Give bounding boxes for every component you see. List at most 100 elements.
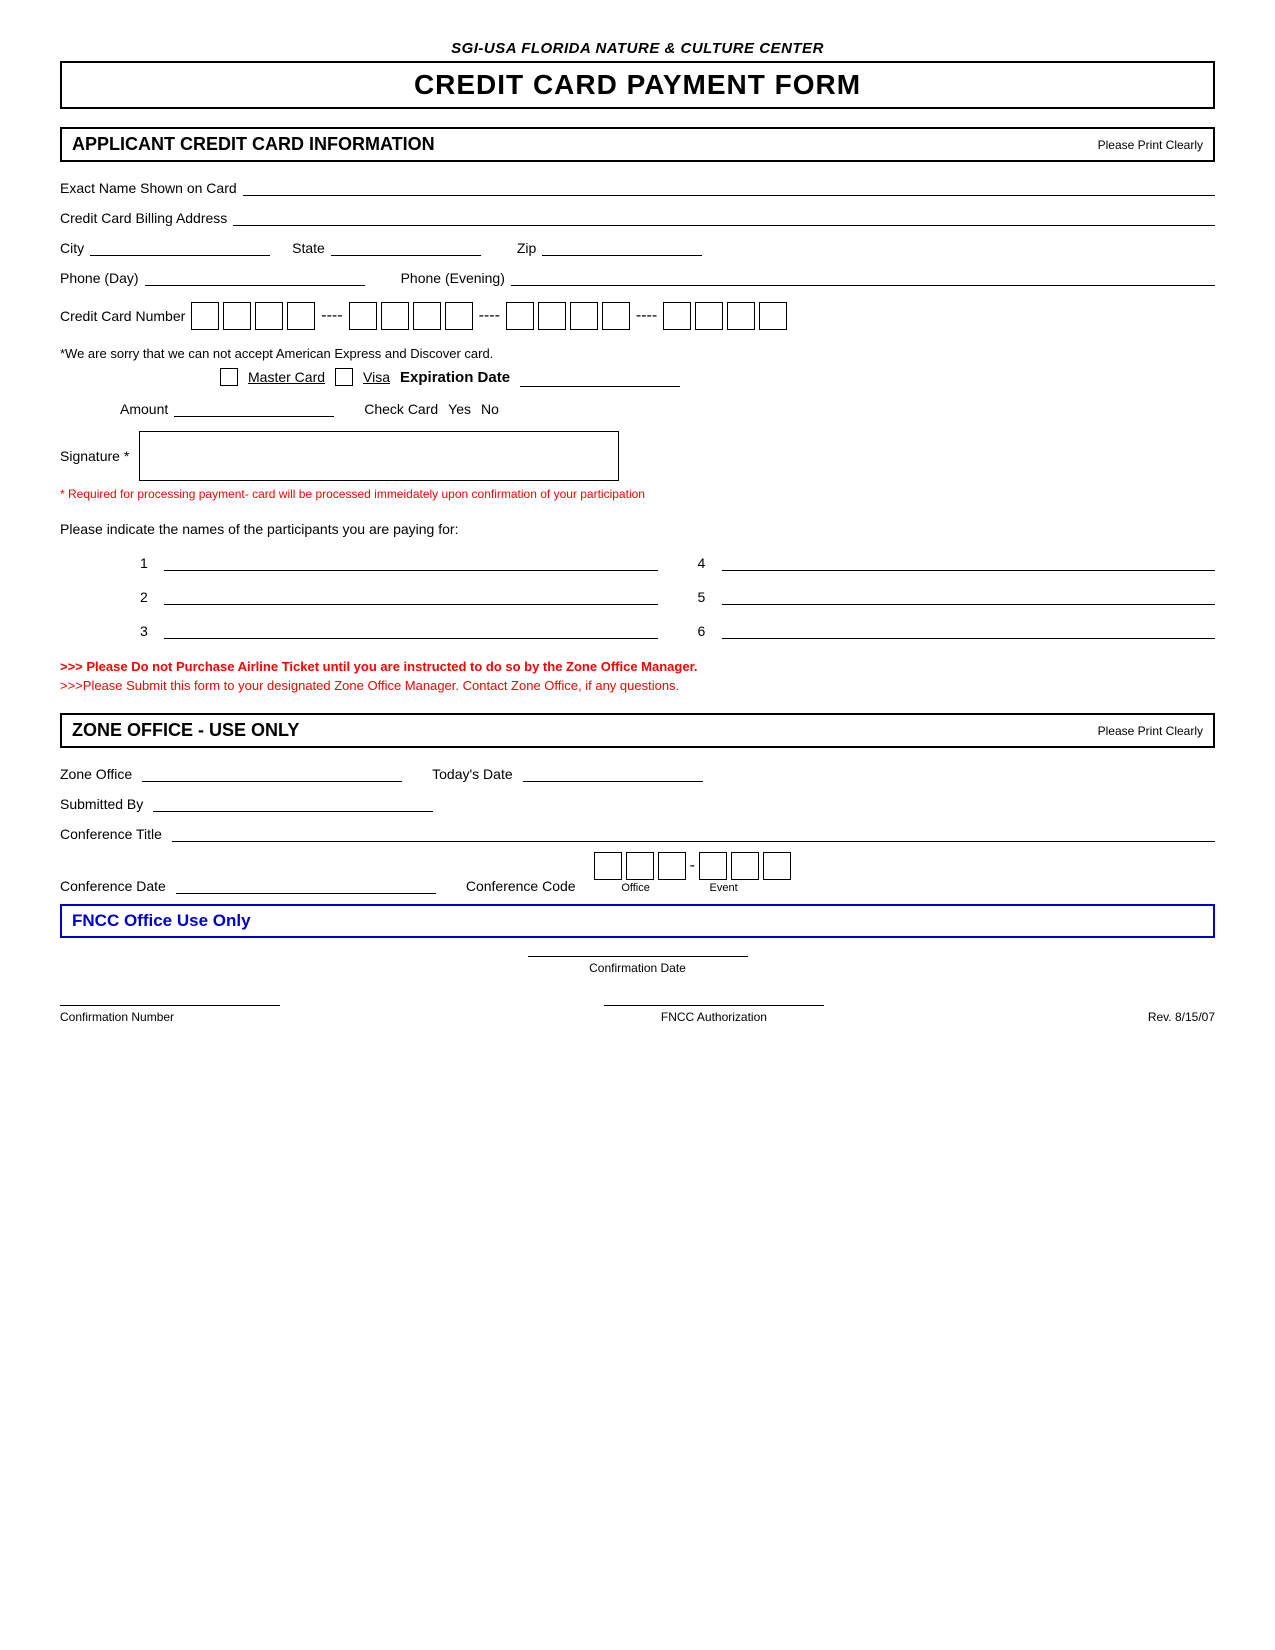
zone-fields: Zone Office Today's Date Submitted By Co… bbox=[60, 762, 1215, 894]
city-label: City bbox=[60, 240, 84, 256]
fncc-title: FNCC Office Use Only bbox=[72, 911, 251, 930]
participant-num-2: 2 bbox=[140, 589, 156, 605]
amount-label: Amount bbox=[120, 401, 168, 417]
rev-label: Rev. 8/15/07 bbox=[1148, 1008, 1215, 1024]
check-card-section: Check Card Yes No bbox=[364, 401, 499, 417]
participant-row-4: 4 bbox=[698, 551, 1216, 571]
state-input[interactable] bbox=[331, 236, 481, 256]
section2-title: ZONE OFFICE - USE ONLY bbox=[72, 720, 299, 741]
todays-date-label: Today's Date bbox=[432, 766, 513, 782]
yes-label: Yes bbox=[448, 401, 471, 417]
participant-input-4[interactable] bbox=[722, 551, 1216, 571]
event-label: Event bbox=[682, 882, 766, 894]
cc-box-15[interactable] bbox=[727, 302, 755, 330]
participant-num-4: 4 bbox=[698, 555, 714, 571]
footer-row: Confirmation Number FNCC Authorization R… bbox=[60, 1005, 1215, 1024]
participant-input-2[interactable] bbox=[164, 585, 658, 605]
participant-input-1[interactable] bbox=[164, 551, 658, 571]
no-label: No bbox=[481, 401, 499, 417]
conference-date-label: Conference Date bbox=[60, 878, 166, 894]
billing-address-label: Credit Card Billing Address bbox=[60, 210, 227, 226]
cc-box-12[interactable] bbox=[602, 302, 630, 330]
conf-box-5[interactable] bbox=[731, 852, 759, 880]
zone-office-input[interactable] bbox=[142, 762, 402, 782]
office-label: Office bbox=[594, 882, 678, 894]
submitted-by-input[interactable] bbox=[153, 792, 433, 812]
cc-box-1[interactable] bbox=[191, 302, 219, 330]
cc-box-13[interactable] bbox=[663, 302, 691, 330]
confirmation-number-line[interactable] bbox=[60, 1005, 280, 1006]
signature-box[interactable] bbox=[139, 431, 619, 481]
expiration-label: Expiration Date bbox=[400, 369, 510, 386]
submitted-by-row: Submitted By bbox=[60, 792, 1215, 812]
cc-box-2[interactable] bbox=[223, 302, 251, 330]
participant-input-6[interactable] bbox=[722, 619, 1216, 639]
state-label: State bbox=[292, 240, 325, 256]
participants-label: Please indicate the names of the partici… bbox=[60, 521, 1215, 537]
participant-row-1: 1 bbox=[140, 551, 658, 571]
conf-box-4[interactable] bbox=[699, 852, 727, 880]
city-input[interactable] bbox=[90, 236, 270, 256]
zip-label: Zip bbox=[517, 240, 536, 256]
cc-box-8[interactable] bbox=[445, 302, 473, 330]
required-note: * Required for processing payment- card … bbox=[60, 487, 1215, 501]
section1-print-clearly: Please Print Clearly bbox=[1098, 138, 1203, 152]
cc-box-3[interactable] bbox=[255, 302, 283, 330]
exact-name-input[interactable] bbox=[243, 176, 1215, 196]
conf-label-row: Office Event bbox=[594, 882, 791, 894]
conference-date-input[interactable] bbox=[176, 874, 436, 894]
participant-input-5[interactable] bbox=[722, 585, 1216, 605]
billing-address-input[interactable] bbox=[233, 206, 1215, 226]
conference-date-row: Conference Date Conference Code - Office… bbox=[60, 852, 1215, 894]
conf-box-2[interactable] bbox=[626, 852, 654, 880]
participant-input-3[interactable] bbox=[164, 619, 658, 639]
conference-title-label: Conference Title bbox=[60, 826, 162, 842]
cc-box-7[interactable] bbox=[413, 302, 441, 330]
city-state-zip-row: City State Zip bbox=[60, 236, 1215, 256]
conference-title-input[interactable] bbox=[172, 822, 1215, 842]
conf-box-1[interactable] bbox=[594, 852, 622, 880]
conference-code-wrapper: - Office Event bbox=[594, 852, 791, 894]
amount-row: Amount Check Card Yes No bbox=[60, 397, 1215, 417]
todays-date-input[interactable] bbox=[523, 762, 703, 782]
cc-box-11[interactable] bbox=[570, 302, 598, 330]
airline-note: >>> Please Do not Purchase Airline Ticke… bbox=[60, 659, 1215, 674]
cc-box-10[interactable] bbox=[538, 302, 566, 330]
phone-evening-input[interactable] bbox=[511, 266, 1215, 286]
amount-input[interactable] bbox=[174, 397, 334, 417]
zip-input[interactable] bbox=[542, 236, 702, 256]
visa-checkbox[interactable] bbox=[335, 368, 353, 386]
cc-number-row: Credit Card Number ---- ---- ---- bbox=[60, 296, 1215, 336]
signature-label: Signature * bbox=[60, 448, 129, 464]
form-title: CREDIT CARD PAYMENT FORM bbox=[60, 61, 1215, 109]
exact-name-row: Exact Name Shown on Card bbox=[60, 176, 1215, 196]
expiration-input[interactable] bbox=[520, 367, 680, 387]
cc-box-9[interactable] bbox=[506, 302, 534, 330]
signature-row: Signature * bbox=[60, 431, 1215, 481]
org-title: SGI-USA FLORIDA NATURE & CULTURE CENTER bbox=[60, 40, 1215, 57]
conf-box-6[interactable] bbox=[763, 852, 791, 880]
mastercard-checkbox[interactable] bbox=[220, 368, 238, 386]
cc-boxes: ---- ---- ---- bbox=[191, 302, 787, 330]
fncc-auth-line[interactable] bbox=[604, 1005, 824, 1006]
cc-dash-1: ---- bbox=[319, 307, 344, 325]
billing-address-row: Credit Card Billing Address bbox=[60, 206, 1215, 226]
confirmation-date-line[interactable] bbox=[528, 956, 748, 957]
cc-box-4[interactable] bbox=[287, 302, 315, 330]
card-type-row: Master Card Visa Expiration Date bbox=[60, 367, 1215, 387]
participant-row-2: 2 bbox=[140, 585, 658, 605]
participant-row-5: 5 bbox=[698, 585, 1216, 605]
fncc-header: FNCC Office Use Only bbox=[60, 904, 1215, 938]
section1-title: APPLICANT CREDIT CARD INFORMATION bbox=[72, 134, 435, 155]
cc-box-5[interactable] bbox=[349, 302, 377, 330]
phone-day-input[interactable] bbox=[145, 266, 365, 286]
cc-box-6[interactable] bbox=[381, 302, 409, 330]
conf-dash: - bbox=[690, 857, 695, 875]
conf-box-3[interactable] bbox=[658, 852, 686, 880]
cc-box-14[interactable] bbox=[695, 302, 723, 330]
conference-code-label: Conference Code bbox=[466, 878, 576, 894]
cc-box-16[interactable] bbox=[759, 302, 787, 330]
zone-office-row: Zone Office Today's Date bbox=[60, 762, 1215, 782]
cc-dash-3: ---- bbox=[634, 307, 659, 325]
visa-label: Visa bbox=[363, 369, 390, 385]
